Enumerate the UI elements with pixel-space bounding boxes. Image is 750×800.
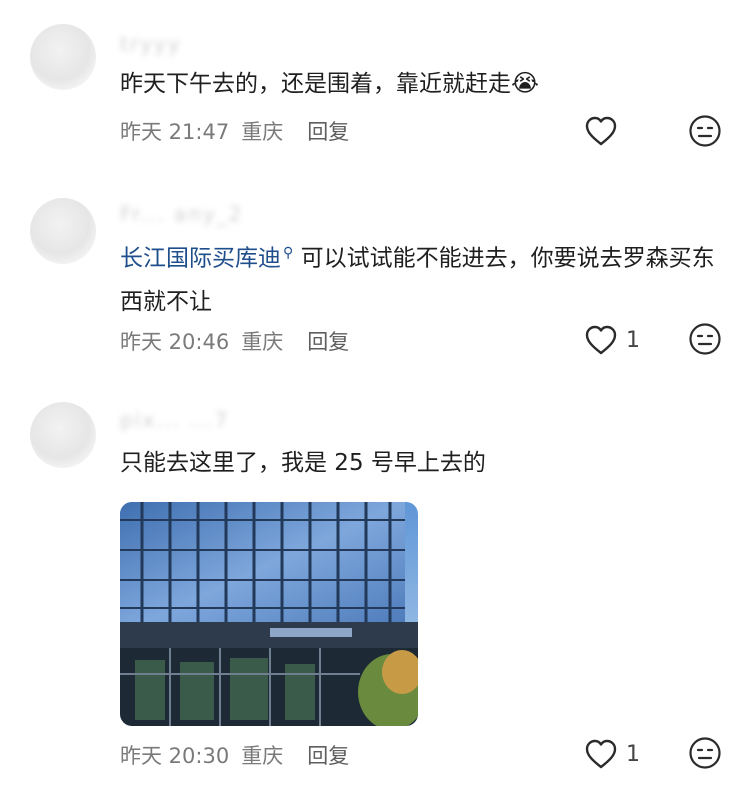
comment-time: 昨天 21:47 [120, 120, 230, 144]
heart-outline-icon [585, 116, 617, 146]
comment-meta: 昨天 20:30 重庆 回复 [120, 740, 361, 770]
comment-location: 重庆 [241, 744, 284, 768]
like-button[interactable]: 1 [584, 322, 674, 358]
comment-meta: 昨天 21:47 重庆 回复 [120, 116, 361, 146]
like-count: 1 [626, 327, 640, 353]
comment-item: pix... ...7 只能去这里了，我是 25 号早上去的 昨天 20:30 … [0, 390, 750, 800]
reply-button[interactable]: 回复 [307, 744, 349, 768]
crying-emoji: 😭 [511, 69, 540, 97]
comment-text: 长江国际买库迪 ⚲ 可以试试能不能进去，你要说去罗森买东西就不让 [120, 232, 720, 324]
like-count: 1 [626, 741, 640, 767]
avatar[interactable] [30, 402, 96, 468]
comment-meta: 昨天 20:46 重庆 回复 [120, 326, 361, 356]
comment-text: 昨天下午去的，还是围着，靠近就赶走😭 [120, 62, 720, 106]
heart-outline-icon [585, 325, 617, 355]
username[interactable]: Fr... any_2 [120, 202, 243, 226]
comment-time: 昨天 20:46 [120, 330, 230, 354]
building-photo[interactable] [120, 502, 418, 726]
comment-text: 只能去这里了，我是 25 号早上去的 [120, 442, 720, 485]
comment-item: Fr... any_2 长江国际买库迪 ⚲ 可以试试能不能进去，你要说去罗森买东西… [0, 180, 750, 390]
comment-location: 重庆 [241, 330, 284, 354]
avatar[interactable] [30, 24, 96, 90]
reply-button[interactable]: 回复 [307, 330, 349, 354]
like-button[interactable] [584, 113, 674, 149]
neutral-face-icon[interactable] [688, 736, 722, 770]
avatar[interactable] [30, 198, 96, 264]
comment-body: 只能去这里了，我是 25 号早上去的 [120, 450, 486, 476]
comment-item: tryyy 昨天下午去的，还是围着，靠近就赶走😭 昨天 21:47 重庆 回复 [0, 0, 750, 180]
neutral-face-icon[interactable] [688, 322, 722, 356]
like-button[interactable]: 1 [584, 736, 674, 772]
comment-body: 昨天下午去的，还是围着，靠近就赶走 [120, 71, 511, 97]
comment-time: 昨天 20:30 [120, 744, 230, 768]
username[interactable]: pix... ...7 [120, 408, 229, 432]
search-icon[interactable]: ⚲ [283, 245, 293, 261]
comment-location: 重庆 [241, 120, 284, 144]
neutral-face-icon[interactable] [688, 114, 722, 148]
mention-link[interactable]: 长江国际买库迪 [120, 246, 281, 272]
reply-button[interactable]: 回复 [307, 120, 349, 144]
heart-outline-icon [585, 739, 617, 769]
username[interactable]: tryyy [120, 32, 182, 56]
